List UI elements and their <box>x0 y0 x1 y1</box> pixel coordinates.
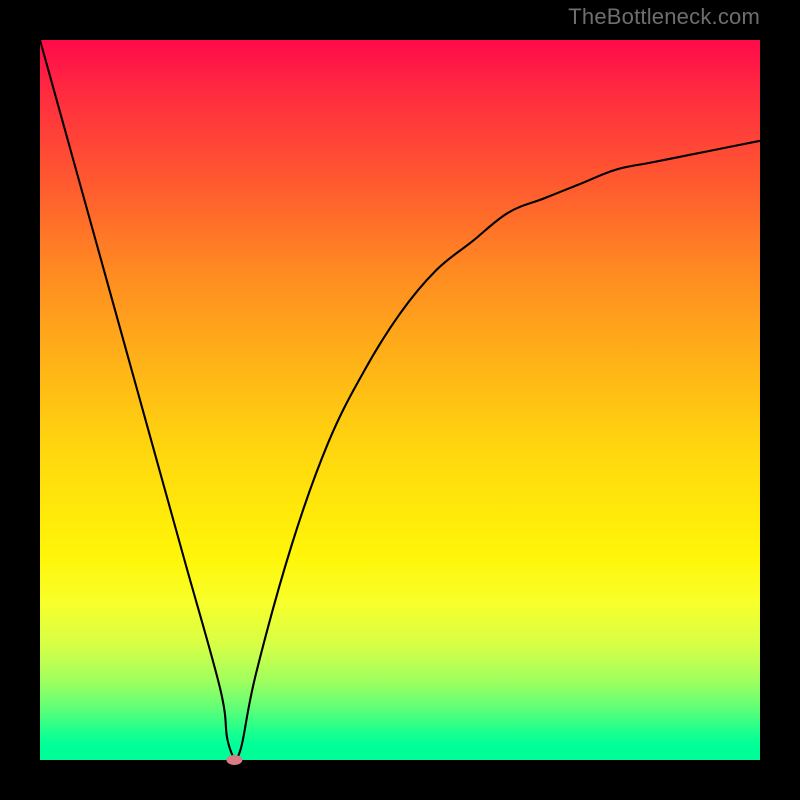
optimum-marker <box>226 755 242 765</box>
watermark-text: TheBottleneck.com <box>568 4 760 30</box>
bottleneck-curve-left <box>40 40 234 760</box>
curve-svg <box>40 40 760 760</box>
chart-frame: TheBottleneck.com <box>0 0 800 800</box>
plot-area <box>40 40 760 760</box>
bottleneck-curve-right <box>234 141 760 760</box>
